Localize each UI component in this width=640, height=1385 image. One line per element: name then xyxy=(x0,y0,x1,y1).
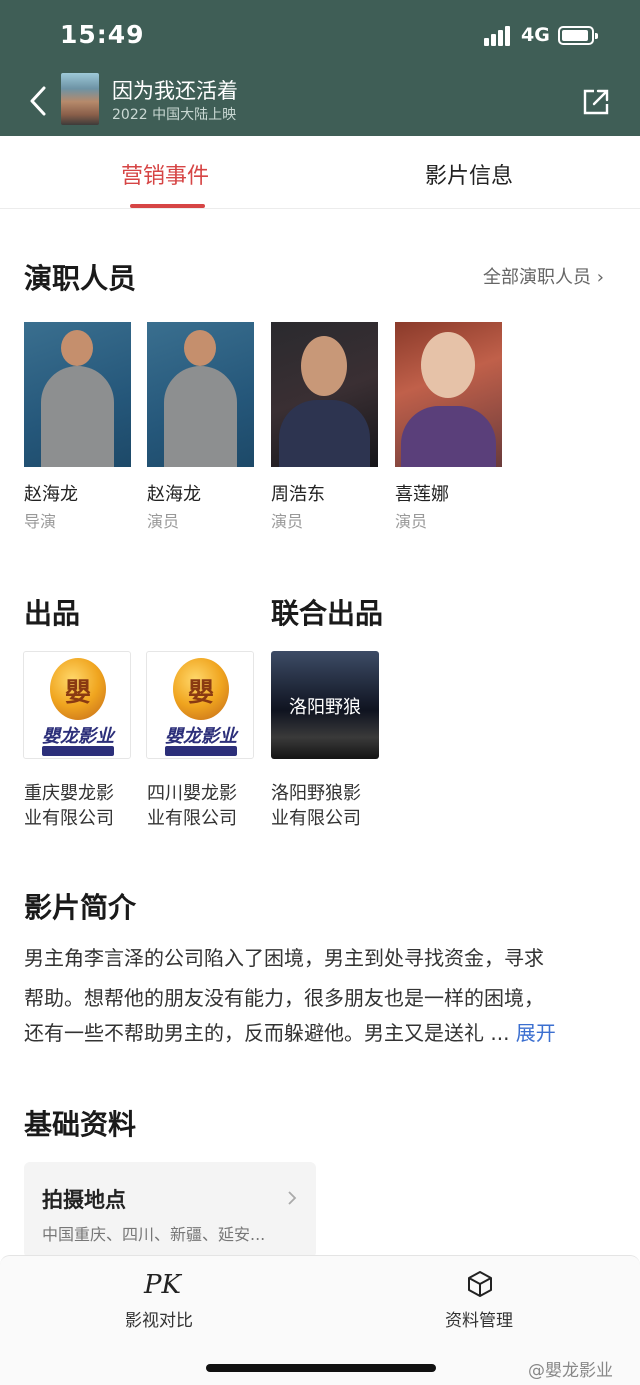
company-name-line2: 业有限公司 xyxy=(24,808,114,829)
synopsis-line: 还有一些不帮助男主的，反而躲避他。男主又是送礼 ... xyxy=(24,1021,510,1045)
watermark: @嬰龙影业 xyxy=(528,1361,613,1381)
company-logo-1[interactable]: 嬰 嬰龙影业 xyxy=(23,651,131,759)
cast-name: 赵海龙 xyxy=(24,484,78,505)
cast-role: 演员 xyxy=(395,512,428,531)
production-section-title: 出品 xyxy=(24,597,81,630)
synopsis-line: 帮助。想帮他的朋友没有能力，很多朋友也是一样的困境， xyxy=(24,986,544,1010)
synopsis-line-last: 还有一些不帮助男主的，反而躲避他。男主又是送礼 ... 展开 xyxy=(24,1017,556,1046)
cast-face xyxy=(61,330,93,366)
logo-wordmark: 嬰龙影业 xyxy=(165,726,237,747)
cast-section-title: 演职人员 xyxy=(24,262,137,295)
tab-film-info[interactable]: 影片信息 xyxy=(425,158,513,190)
home-indicator xyxy=(206,1364,436,1372)
logo-wordmark: 嬰龙影业 xyxy=(42,726,114,747)
logo-wordmark: 洛阳野狼 xyxy=(289,697,361,718)
battery-icon xyxy=(558,26,598,45)
company-logo-3[interactable]: 洛阳野狼 xyxy=(271,651,379,759)
company-name-line1: 四川嬰龙影 xyxy=(147,783,237,804)
cube-icon[interactable] xyxy=(466,1270,494,1298)
logo-mark: 嬰 xyxy=(187,678,214,708)
cast-torso xyxy=(279,400,370,467)
company-name-line1: 洛阳野狼影 xyxy=(271,783,361,804)
filming-location-card[interactable]: 拍摄地点 中国重庆、四川、新疆、延安... xyxy=(24,1162,316,1258)
expand-link[interactable]: 展开 xyxy=(516,1021,556,1045)
filming-location-value: 中国重庆、四川、新疆、延安... xyxy=(42,1225,266,1244)
cast-photo-1[interactable] xyxy=(24,322,131,467)
network-type: 4G xyxy=(521,24,550,46)
status-bar: 15:49 4G xyxy=(0,0,640,72)
all-cast-link[interactable]: 全部演职人员 › xyxy=(483,263,604,289)
cast-photo-3[interactable] xyxy=(271,322,378,467)
cast-torso xyxy=(41,366,114,467)
manage-button-label[interactable]: 资料管理 xyxy=(445,1306,513,1331)
cast-torso xyxy=(401,406,496,467)
back-arrow-icon[interactable] xyxy=(26,84,54,118)
filming-location-label: 拍摄地点 xyxy=(42,1188,126,1212)
movie-poster-thumbnail[interactable] xyxy=(61,73,99,125)
pk-compare-icon[interactable]: PK xyxy=(144,1270,181,1300)
company-name-line2: 业有限公司 xyxy=(271,808,361,829)
chevron-right-icon xyxy=(288,1191,297,1205)
cast-face xyxy=(421,332,475,398)
active-tab-indicator xyxy=(130,204,205,208)
cast-photo-2[interactable] xyxy=(147,322,254,467)
cast-role: 演员 xyxy=(147,512,180,531)
compare-button-label[interactable]: 影视对比 xyxy=(125,1306,193,1331)
dragon-coin-icon: 嬰 xyxy=(50,658,106,720)
share-icon[interactable] xyxy=(582,88,610,116)
basic-info-section-title: 基础资料 xyxy=(24,1108,137,1141)
cast-photo-4[interactable] xyxy=(395,322,502,467)
company-name-line1: 重庆嬰龙影 xyxy=(24,783,114,804)
logo-underline xyxy=(42,746,114,756)
company-logo-2[interactable]: 嬰 嬰龙影业 xyxy=(146,651,254,759)
cast-torso xyxy=(164,366,237,467)
cast-role: 导演 xyxy=(24,512,57,531)
cast-role: 演员 xyxy=(271,512,304,531)
movie-release-info: 2022 中国大陆上映 xyxy=(112,107,237,123)
logo-mark: 嬰 xyxy=(64,678,91,708)
synopsis-line: 男主角李言泽的公司陷入了困境，男主到处寻找资金，寻求 xyxy=(24,946,544,970)
logo-underline xyxy=(165,746,237,756)
signal-icon xyxy=(484,26,516,46)
tab-marketing-events[interactable]: 营销事件 xyxy=(121,158,209,190)
synopsis-section-title: 影片简介 xyxy=(24,891,137,924)
cast-face xyxy=(184,330,216,366)
cast-name: 周浩东 xyxy=(271,484,325,505)
top-header: 15:49 4G 因为我还活着 2022 中国大陆上映 xyxy=(0,0,640,136)
tab-bar: 营销事件 影片信息 xyxy=(0,136,640,209)
status-time: 15:49 xyxy=(60,20,145,49)
all-cast-link-label: 全部演职人员 xyxy=(483,267,591,288)
co-production-section-title: 联合出品 xyxy=(271,597,384,630)
company-name-line2: 业有限公司 xyxy=(147,808,237,829)
cast-name: 赵海龙 xyxy=(147,484,201,505)
dragon-coin-icon: 嬰 xyxy=(173,658,229,720)
cast-name: 喜莲娜 xyxy=(395,484,449,505)
movie-title: 因为我还活着 xyxy=(112,79,238,103)
cast-face xyxy=(301,336,347,396)
